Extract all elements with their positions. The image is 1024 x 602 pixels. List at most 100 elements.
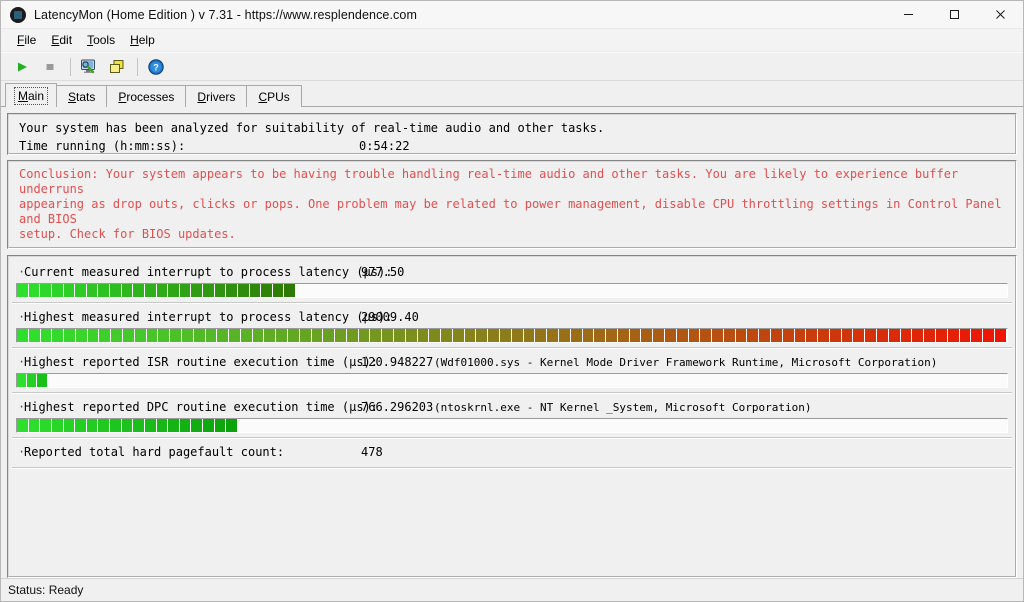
bar-segment bbox=[37, 374, 48, 387]
bar-segment bbox=[98, 419, 110, 432]
bar-segment bbox=[452, 329, 465, 342]
bar-segment bbox=[75, 419, 87, 432]
bar-segment bbox=[240, 329, 253, 342]
menu-item-file[interactable]: File bbox=[10, 31, 44, 49]
window-controls bbox=[885, 1, 1023, 28]
highest-measured-latency-bar bbox=[16, 328, 1008, 343]
bar-segment bbox=[441, 329, 453, 342]
bar-segment bbox=[488, 329, 501, 342]
bar-segment bbox=[261, 284, 273, 297]
maximize-button[interactable] bbox=[931, 1, 977, 28]
tab-stats[interactable]: Stats bbox=[56, 85, 108, 107]
tab-cpus[interactable]: C PUs bbox=[246, 85, 302, 107]
bar-segment bbox=[606, 329, 618, 342]
bar-segment bbox=[747, 329, 760, 342]
bar-segment bbox=[900, 329, 913, 342]
app-circle-icon bbox=[10, 6, 26, 23]
bar-segment bbox=[146, 329, 159, 342]
bar-segment bbox=[794, 329, 807, 342]
bar-segment bbox=[853, 329, 866, 342]
stop-button[interactable] bbox=[37, 55, 63, 78]
bar-segment bbox=[405, 329, 418, 342]
metric-divider bbox=[12, 347, 1012, 349]
bar-segment bbox=[358, 329, 371, 342]
bar-segment bbox=[276, 329, 288, 342]
toolbar: ? bbox=[1, 52, 1023, 81]
bar-segment bbox=[17, 419, 29, 432]
bar-segment bbox=[17, 284, 29, 297]
tab-processes[interactable]: Processes bbox=[106, 85, 187, 107]
time-running-value: 0:54:22 bbox=[359, 139, 410, 153]
menu-bar: File Edit Tools Help bbox=[1, 29, 1023, 52]
current-measured-latency-bar bbox=[16, 283, 1008, 298]
bar-segment bbox=[311, 329, 324, 342]
menu-item-edit[interactable]: Edit bbox=[44, 31, 80, 49]
question-help-icon: ? bbox=[148, 58, 164, 75]
bar-segment bbox=[535, 329, 548, 342]
bar-segment bbox=[888, 329, 901, 342]
bar-segment bbox=[249, 284, 262, 297]
bar-segment bbox=[226, 284, 238, 297]
bar-segment bbox=[759, 329, 771, 342]
start-button[interactable] bbox=[9, 55, 35, 78]
bar-segment bbox=[476, 329, 489, 342]
bar-segment bbox=[179, 419, 192, 432]
bar-segment bbox=[87, 329, 100, 342]
bar-segment bbox=[272, 284, 285, 297]
metric-divider bbox=[12, 437, 1012, 439]
tab-drivers[interactable]: Drivers bbox=[185, 85, 248, 107]
bar-segment bbox=[959, 329, 972, 342]
help-button[interactable]: ? bbox=[143, 55, 169, 78]
bar-segment bbox=[193, 329, 206, 342]
windows-button[interactable] bbox=[104, 55, 130, 78]
highest-isr-execution-time-row: · Highest reported ISR routine execution … bbox=[16, 352, 1008, 373]
bar-segment bbox=[947, 329, 960, 342]
metric-divider bbox=[12, 302, 1012, 304]
bar-segment bbox=[641, 329, 654, 342]
menu-item-help[interactable]: Help bbox=[123, 31, 163, 49]
bar-segment bbox=[570, 329, 583, 342]
bar-segment bbox=[629, 329, 642, 342]
tab-main[interactable]: Main bbox=[5, 83, 58, 107]
bar-segment bbox=[51, 419, 64, 432]
bar-segment bbox=[179, 284, 192, 297]
bar-segment bbox=[558, 329, 571, 342]
bar-segment bbox=[99, 329, 112, 342]
highest-isr-execution-time-label: Highest reported ISR routine execution t… bbox=[24, 355, 379, 369]
bar-segment bbox=[203, 419, 215, 432]
bar-segment bbox=[27, 374, 38, 387]
bar-segment bbox=[86, 419, 99, 432]
bar-segment bbox=[214, 284, 227, 297]
bar-segment bbox=[735, 329, 748, 342]
bar-segment bbox=[28, 329, 41, 342]
bar-segment bbox=[912, 329, 925, 342]
bar-segment bbox=[205, 329, 218, 342]
bar-segment bbox=[464, 329, 477, 342]
toolbar-separator-1 bbox=[70, 57, 71, 76]
bar-segment bbox=[17, 374, 28, 387]
bar-segment bbox=[676, 329, 689, 342]
analyze-button[interactable] bbox=[76, 55, 102, 78]
bar-segment bbox=[63, 419, 76, 432]
bar-segment bbox=[865, 329, 878, 342]
metric-current-measured-latency: · Current measured interrupt to process l… bbox=[12, 262, 1012, 298]
time-running-row: Time running (h:mm:ss): 0:54:22 bbox=[19, 137, 1005, 155]
bar-segment bbox=[653, 329, 665, 342]
highest-dpc-execution-time-bar bbox=[16, 418, 1008, 433]
metric-reported-hard-pagefault-count: · Reported total hard pagefault count: 478 bbox=[12, 442, 1012, 463]
bar-segment bbox=[52, 329, 65, 342]
bar-segment bbox=[700, 329, 713, 342]
close-button[interactable] bbox=[977, 1, 1023, 28]
bar-segment bbox=[86, 284, 99, 297]
menu-item-tools[interactable]: Tools bbox=[80, 31, 123, 49]
bar-segment bbox=[168, 419, 180, 432]
bar-segment bbox=[134, 329, 147, 342]
minimize-button[interactable] bbox=[885, 1, 931, 28]
bar-segment bbox=[382, 329, 394, 342]
bar-segment bbox=[394, 329, 406, 342]
bar-segment bbox=[370, 329, 383, 342]
toolbar-separator-2 bbox=[137, 57, 138, 76]
bar-segment bbox=[123, 329, 135, 342]
bar-segment bbox=[191, 284, 203, 297]
highest-dpc-execution-time-label: Highest reported DPC routine execution t… bbox=[24, 400, 379, 414]
